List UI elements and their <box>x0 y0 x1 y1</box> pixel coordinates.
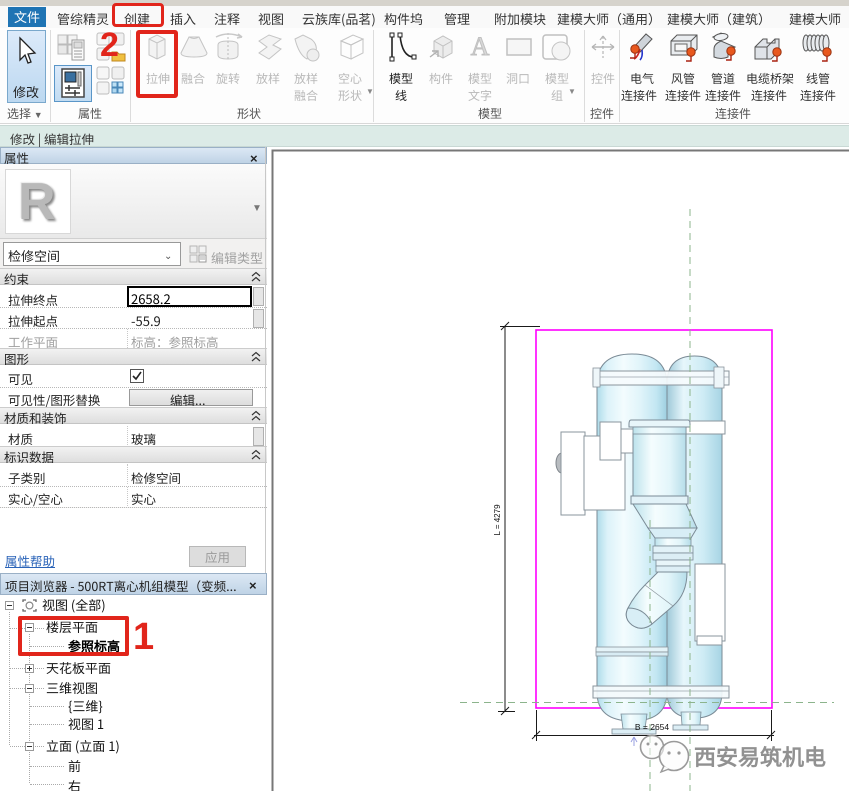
svg-text:B = 2654: B = 2654 <box>635 722 670 732</box>
svg-text:A: A <box>471 32 490 61</box>
svg-text:L = 4279: L = 4279 <box>493 504 502 536</box>
svg-text:西安易筑机电: 西安易筑机电 <box>694 740 826 772</box>
